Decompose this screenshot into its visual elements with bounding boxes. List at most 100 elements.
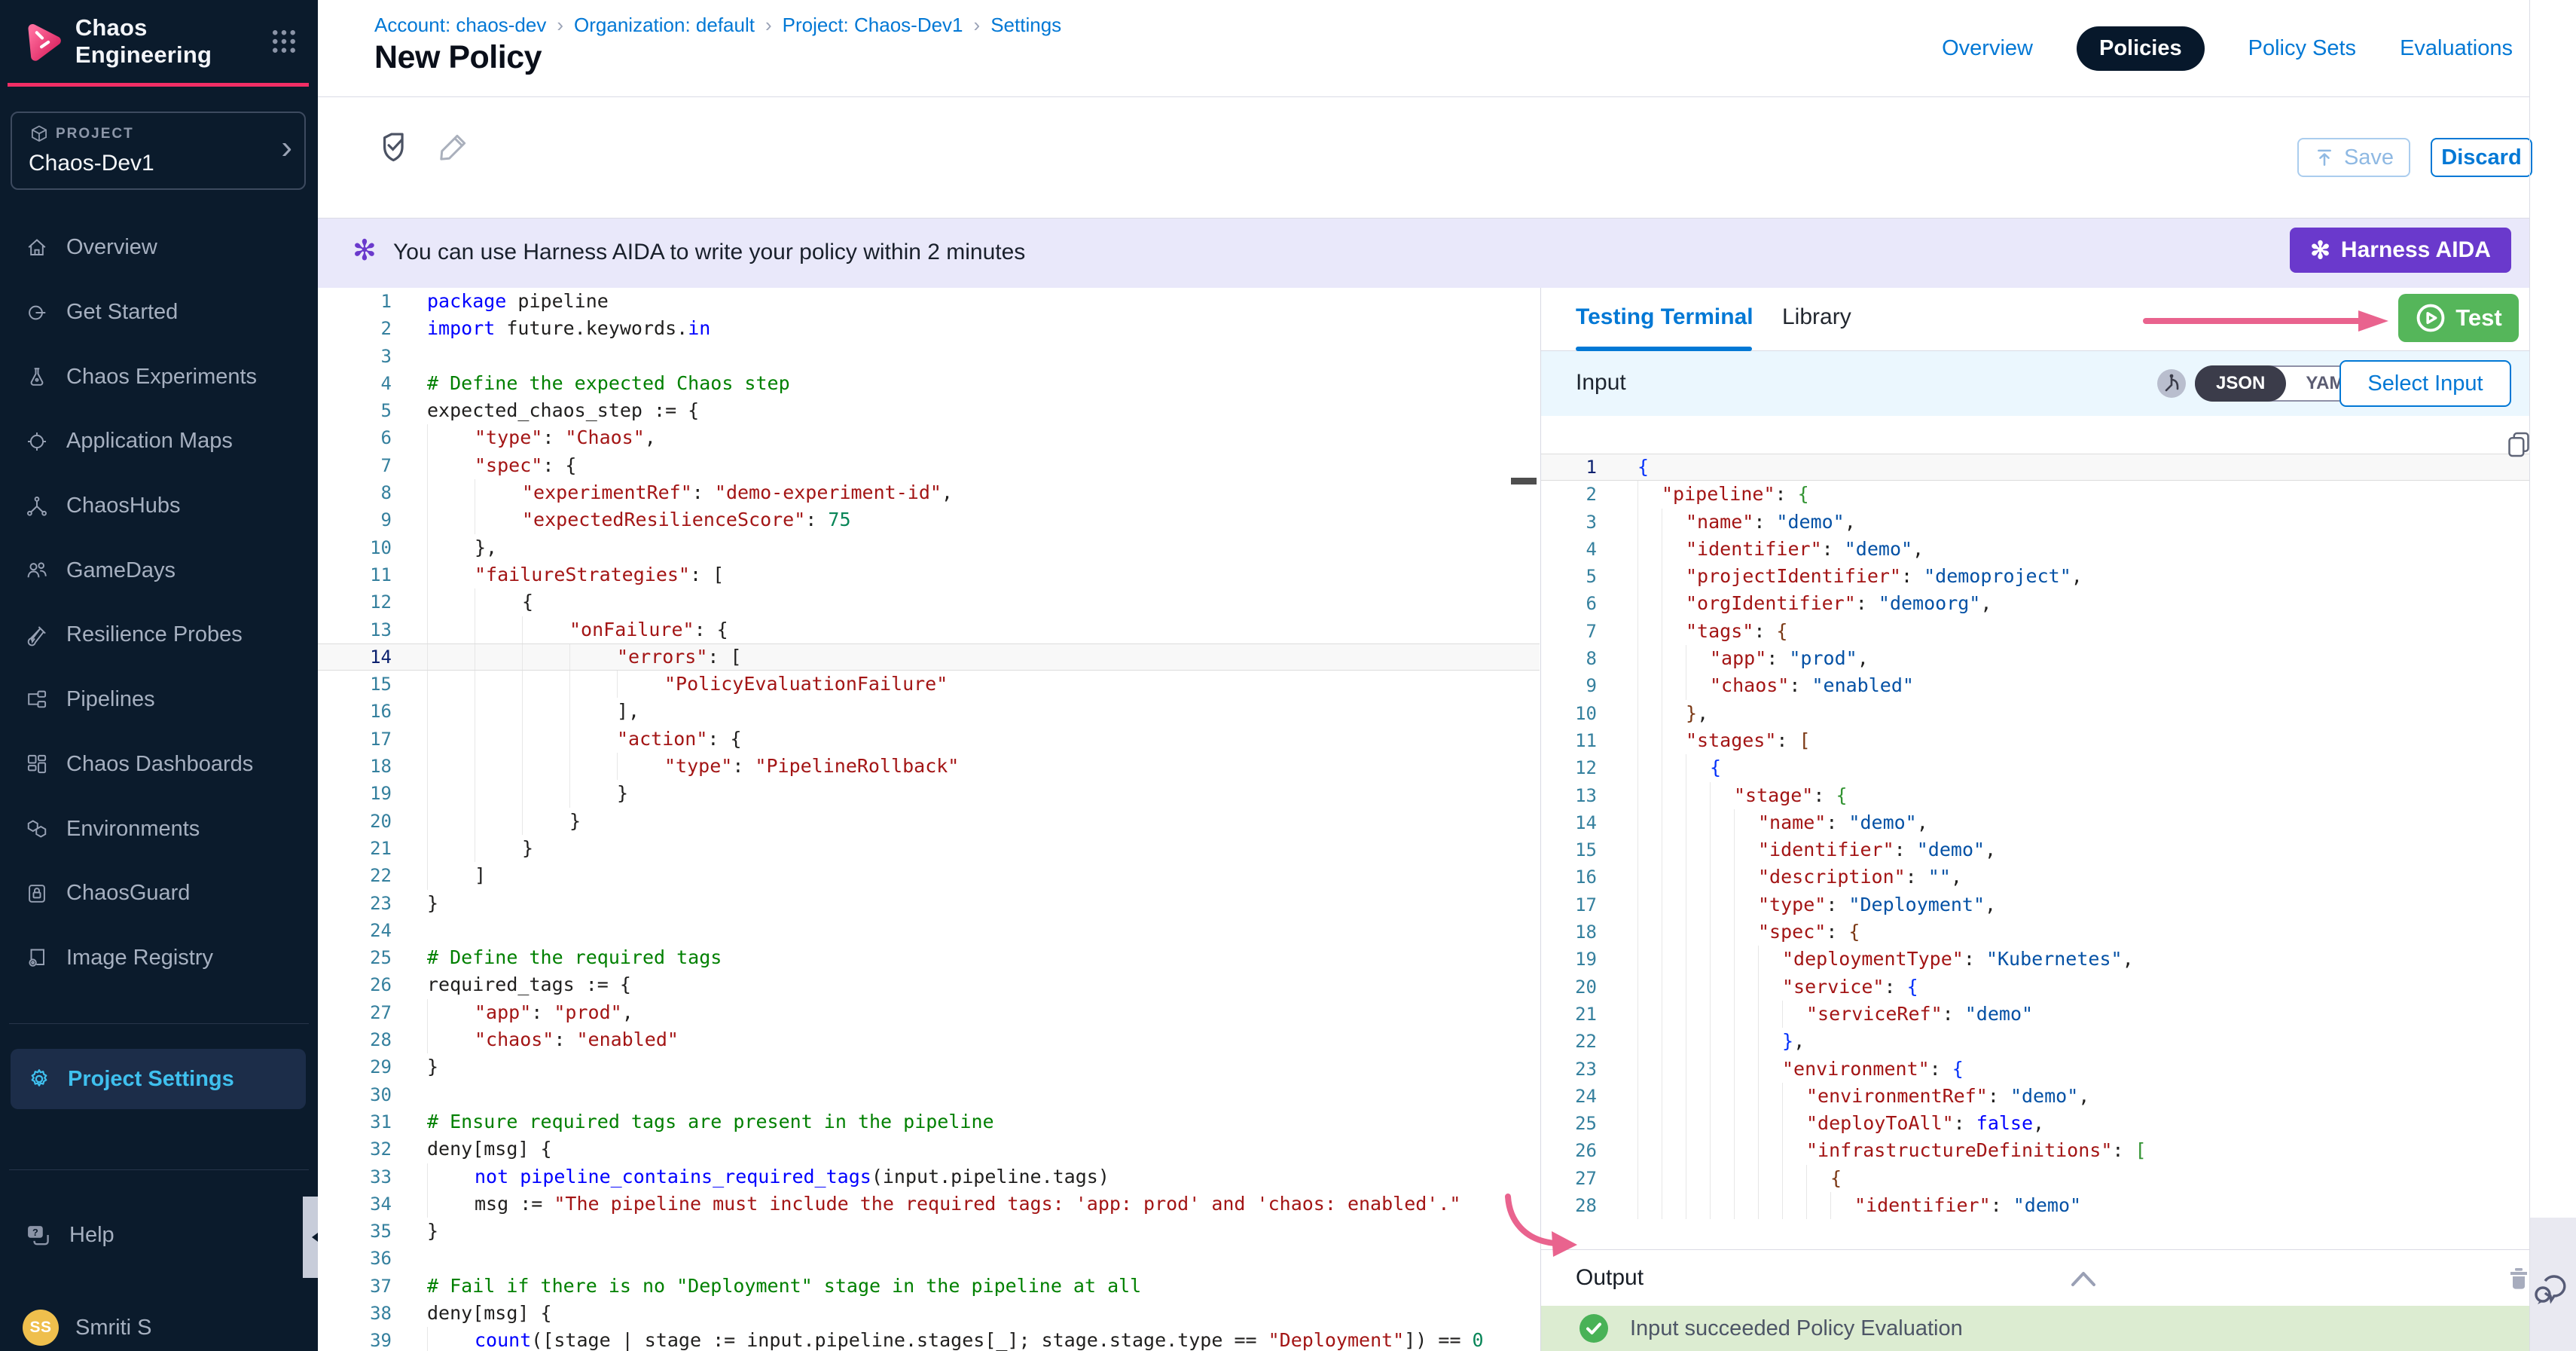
- input-json-editor[interactable]: 1{2"pipeline": {3"name": "demo",4"identi…: [1541, 416, 2529, 1249]
- sidebar-item-overview[interactable]: Overview: [0, 215, 318, 280]
- project-label: PROJECT: [56, 126, 134, 142]
- sidebar-item-pipelines[interactable]: Pipelines: [0, 668, 318, 732]
- sidebar-item-help[interactable]: ? Help: [26, 1222, 114, 1248]
- network-hub-icon: [26, 495, 48, 518]
- code-line: 7"tags": {: [1541, 618, 2529, 645]
- breadcrumb-organization[interactable]: Organization: default: [574, 14, 755, 37]
- code-line: 5"projectIdentifier": "demoproject",: [1541, 563, 2529, 590]
- code-line: 19"deploymentType": "Kubernetes",: [1541, 946, 2529, 973]
- dashboard-icon: [26, 753, 48, 775]
- sidebar-item-application-maps[interactable]: Application Maps: [0, 409, 318, 474]
- chat-bubbles-icon: [2533, 1266, 2572, 1308]
- sidebar-divider: [9, 1023, 309, 1024]
- input-source-icon[interactable]: [2156, 368, 2187, 399]
- code-line: 17"type": "Deployment",: [1541, 891, 2529, 918]
- discard-button[interactable]: Discard: [2431, 138, 2532, 177]
- tab-testing-terminal[interactable]: Testing Terminal: [1576, 304, 1753, 330]
- sidebar-item-get-started[interactable]: Get Started: [0, 280, 318, 345]
- chevron-right-icon: ›: [281, 131, 292, 164]
- tab-policy-sets[interactable]: Policy Sets: [2248, 36, 2356, 61]
- tab-policies-active[interactable]: Policies: [2077, 26, 2205, 71]
- play-circle-icon: [2415, 302, 2446, 334]
- edit-icon[interactable]: [435, 130, 470, 165]
- policy-code-editor[interactable]: 1package pipeline2import future.keywords…: [318, 288, 1540, 1351]
- code-line: 15"PolicyEvaluationFailure": [318, 671, 1540, 698]
- support-chat-widget[interactable]: [2530, 1218, 2576, 1351]
- code-line: 39count([stage | stage := input.pipeline…: [318, 1327, 1540, 1351]
- code-line: 4# Define the expected Chaos step: [318, 370, 1540, 397]
- sidebar-item-gamedays[interactable]: GameDays: [0, 538, 318, 603]
- sidebar-item-chaos-experiments[interactable]: Chaos Experiments: [0, 344, 318, 409]
- overview-ruler-marker: [1511, 478, 1537, 484]
- code-line: 15"identifier": "demo",: [1541, 836, 2529, 863]
- tab-evaluations[interactable]: Evaluations: [2400, 36, 2513, 61]
- sidebar-item-environments[interactable]: Environments: [0, 796, 318, 861]
- harness-chaos-logo-icon: [21, 17, 65, 66]
- user-menu[interactable]: SS Smriti S: [23, 1310, 152, 1346]
- upload-icon: [2314, 147, 2335, 168]
- module-grid-icon[interactable]: [270, 26, 298, 57]
- annotation-arrow-test: [2143, 307, 2393, 335]
- code-line: 38deny[msg] {: [318, 1300, 1540, 1327]
- home-icon: [26, 237, 48, 259]
- hexagons-icon: [26, 818, 48, 840]
- breadcrumb-settings[interactable]: Settings: [990, 14, 1061, 37]
- code-line: 1{: [1541, 454, 2529, 481]
- breadcrumb-account[interactable]: Account: chaos-dev: [374, 14, 546, 37]
- help-chat-icon: ?: [26, 1222, 51, 1248]
- pipeline-icon: [26, 689, 48, 711]
- sidebar-nav: Overview Get Started Chaos Experiments A…: [0, 215, 318, 990]
- code-line: 10},: [318, 534, 1540, 561]
- sidebar-item-resilience-probes[interactable]: Resilience Probes: [0, 603, 318, 668]
- project-name: Chaos-Dev1: [29, 151, 154, 176]
- code-line: 4"identifier": "demo",: [1541, 536, 2529, 563]
- code-line: 3: [318, 343, 1540, 370]
- evaluation-result-banner: Input succeeded Policy Evaluation: [1541, 1306, 2529, 1351]
- project-selector[interactable]: PROJECT Chaos-Dev1 ›: [11, 112, 306, 190]
- code-line: 12{: [1541, 754, 2529, 781]
- breadcrumb: Account: chaos-dev› Organization: defaul…: [374, 14, 1061, 37]
- code-line: 13"onFailure": {: [318, 616, 1540, 643]
- code-line: 1package pipeline: [318, 288, 1540, 315]
- tab-library[interactable]: Library: [1782, 304, 1851, 330]
- code-line: 2"pipeline": {: [1541, 481, 2529, 508]
- code-line: 18"type": "PipelineRollback": [318, 753, 1540, 780]
- test-tube-icon: [26, 624, 48, 646]
- code-line: 14"name": "demo",: [1541, 809, 2529, 836]
- code-line: 37# Fail if there is no "Deployment" sta…: [318, 1273, 1540, 1300]
- success-check-icon: [1579, 1313, 1609, 1343]
- format-json-selected[interactable]: JSON: [2195, 365, 2286, 402]
- test-button[interactable]: Test: [2398, 294, 2519, 342]
- select-input-button[interactable]: Select Input: [2339, 360, 2511, 407]
- aida-sparkle-icon: ✻: [353, 237, 377, 265]
- sidebar-item-chaoshubs[interactable]: ChaosHubs: [0, 474, 318, 539]
- code-line: 27"app": "prod",: [318, 999, 1540, 1026]
- editor-toolbar: [318, 97, 2529, 219]
- sidebar-header: Chaos Engineering: [0, 0, 318, 83]
- policy-valid-icon[interactable]: [377, 130, 411, 165]
- input-label: Input: [1576, 370, 1626, 396]
- code-line: 20}: [318, 808, 1540, 835]
- sidebar-item-image-registry[interactable]: Image Registry: [0, 926, 318, 991]
- breadcrumb-project[interactable]: Project: Chaos-Dev1: [783, 14, 963, 37]
- registry-icon: [26, 946, 48, 969]
- code-line: 26"infrastructureDefinitions": [: [1541, 1137, 2529, 1164]
- sidebar-item-chaos-dashboards[interactable]: Chaos Dashboards: [0, 732, 318, 797]
- code-line: 16],: [318, 698, 1540, 725]
- chevron-up-icon[interactable]: [2068, 1268, 2098, 1289]
- code-line: 33not pipeline_contains_required_tags(in…: [318, 1163, 1540, 1191]
- code-line: 28"identifier": "demo": [1541, 1192, 2529, 1219]
- sidebar-item-project-settings[interactable]: Project Settings: [11, 1049, 306, 1109]
- tab-overview[interactable]: Overview: [1942, 36, 2033, 61]
- code-line: 25# Define the required tags: [318, 944, 1540, 971]
- code-line: 17"action": {: [318, 726, 1540, 753]
- aida-banner: ✻ You can use Harness AIDA to write your…: [318, 219, 2529, 288]
- sidebar: Chaos Engineering PROJECT Chaos-Dev1 › O…: [0, 0, 318, 1351]
- annotation-arrow-output: [1499, 1194, 1583, 1261]
- page-header: Account: chaos-dev› Organization: defaul…: [318, 0, 2529, 97]
- save-button[interactable]: Save: [2297, 138, 2410, 177]
- harness-aida-button[interactable]: ✻ Harness AIDA: [2290, 228, 2511, 273]
- output-label: Output: [1576, 1265, 1644, 1291]
- sidebar-item-chaosguard[interactable]: ChaosGuard: [0, 861, 318, 926]
- code-line: 6"orgIdentifier": "demoorg",: [1541, 590, 2529, 617]
